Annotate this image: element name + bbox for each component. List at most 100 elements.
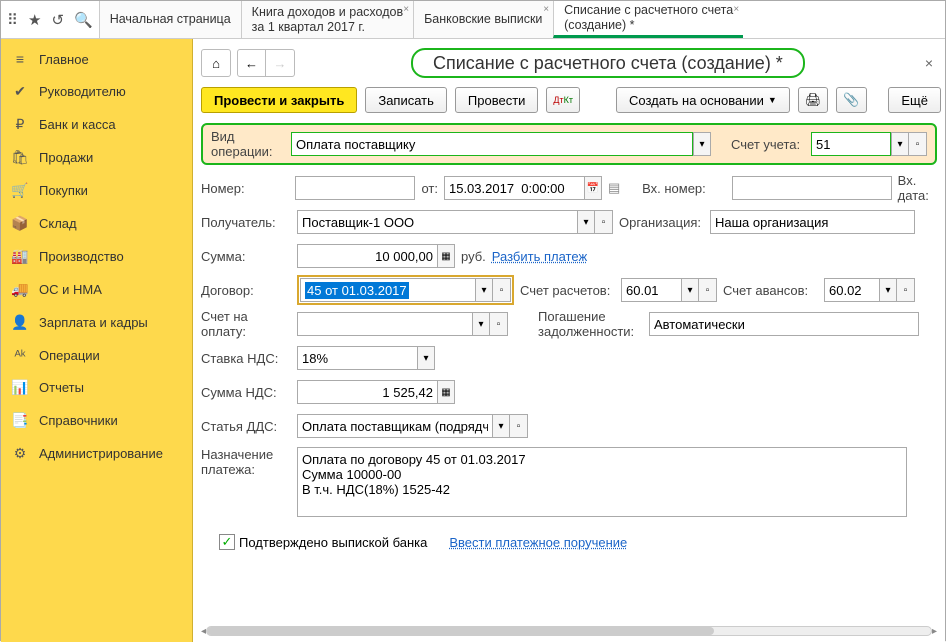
account-input[interactable] [811, 132, 891, 156]
form-icon[interactable]: ▤ [608, 180, 620, 196]
split-link[interactable]: Разбить платеж [492, 249, 587, 264]
debt-input[interactable] [649, 312, 919, 336]
dds-label: Статья ДДС: [201, 419, 291, 434]
nav-icon: 📑 [11, 412, 29, 429]
in-date-label: Вх. дата: [898, 173, 937, 203]
debt-label: Погашение задолженности: [538, 309, 643, 339]
history-icon[interactable]: ↺ [51, 11, 64, 29]
confirmed-checkbox[interactable]: ✓Подтверждено выпиской банка [219, 534, 427, 550]
tabs: Начальная страница ×Книга доходов и расх… [99, 1, 945, 38]
calendar-icon[interactable]: 📅 [584, 176, 602, 200]
sidebar-item-label: Зарплата и кадры [39, 315, 148, 330]
dropdown-icon[interactable]: ▾ [681, 278, 699, 302]
open-icon[interactable]: ▫ [510, 414, 528, 438]
nav-icon: ✔ [11, 83, 29, 100]
recipient-label: Получатель: [201, 215, 291, 230]
sidebar-item[interactable]: 📑 Справочники [1, 404, 192, 437]
sidebar-item[interactable]: 🛍Продажи [1, 141, 192, 174]
open-icon[interactable]: ▫ [909, 132, 927, 156]
create-on-button[interactable]: Создать на основании ▼ [616, 87, 790, 113]
advance-input[interactable] [824, 278, 879, 302]
org-input[interactable] [710, 210, 915, 234]
dropdown-icon[interactable]: ▾ [417, 346, 435, 370]
dropdown-icon[interactable]: ▾ [492, 414, 510, 438]
sum-input[interactable] [297, 244, 437, 268]
nav-icon: 🏭 [11, 248, 29, 265]
open-icon[interactable]: ▫ [490, 312, 508, 336]
dropdown-icon[interactable]: ▾ [472, 312, 490, 336]
tab-kudir[interactable]: ×Книга доходов и расходовза 1 квартал 20… [241, 1, 413, 38]
sidebar-item[interactable]: 🏭Производство [1, 240, 192, 273]
sidebar-item[interactable]: ✔Руководителю [1, 75, 192, 108]
invoice-label: Счет на оплату: [201, 309, 291, 339]
save-button[interactable]: Записать [365, 87, 447, 113]
purpose-input[interactable] [297, 447, 907, 517]
dropdown-icon[interactable]: ▾ [879, 278, 897, 302]
sidebar-item-label: Главное [39, 52, 89, 67]
open-icon[interactable]: ▫ [699, 278, 717, 302]
home-button[interactable]: ⌂ [201, 49, 231, 77]
tab-payment[interactable]: ×Списание с расчетного счета(создание) * [553, 1, 743, 38]
back-button[interactable]: ← [238, 50, 266, 76]
close-button[interactable]: × [921, 55, 937, 71]
nav-icon: ₽ [11, 116, 29, 133]
sidebar-item[interactable]: 📦Склад [1, 207, 192, 240]
sidebar-item[interactable]: ⚙Администрирование [1, 437, 192, 470]
contract-highlight: 45 от 01.03.2017▾▫ [297, 275, 514, 305]
op-type-input[interactable] [291, 132, 693, 156]
post-button[interactable]: Провести [455, 87, 539, 113]
nav-icon: 👤 [11, 314, 29, 331]
open-icon[interactable]: ▫ [493, 278, 511, 302]
date-input[interactable] [444, 176, 584, 200]
search-icon[interactable]: 🔍 [74, 11, 93, 29]
in-number-input[interactable] [732, 176, 892, 200]
nav-icon: ᴬᵏ [11, 347, 29, 363]
sidebar-item[interactable]: ᴬᵏ Операции [1, 339, 192, 371]
sidebar-item-label: Справочники [39, 413, 118, 428]
operation-type-box: Вид операции: ▾ Счет учета: ▾▫ [201, 123, 937, 165]
dropdown-icon[interactable]: ▾ [475, 278, 493, 302]
dds-input[interactable] [297, 414, 492, 438]
recipient-input[interactable] [297, 210, 577, 234]
open-icon[interactable]: ▫ [897, 278, 915, 302]
print-button[interactable]: 🖨 [798, 87, 829, 113]
system-icons: ⠿ ★ ↺ 🔍 [1, 1, 99, 38]
dropdown-icon[interactable]: ▾ [891, 132, 909, 156]
dropdown-icon[interactable]: ▾ [693, 132, 711, 156]
vat-sum-input[interactable] [297, 380, 437, 404]
sidebar-item[interactable]: 🚚ОС и НМА [1, 273, 192, 306]
tab-bank[interactable]: ×Банковские выписки [413, 1, 553, 38]
contract-input[interactable]: 45 от 01.03.2017 [300, 278, 475, 302]
sidebar-item[interactable]: 👤 Зарплата и кадры [1, 306, 192, 339]
star-icon[interactable]: ★ [28, 11, 41, 29]
close-icon[interactable]: × [733, 4, 739, 15]
tab-home[interactable]: Начальная страница [99, 1, 241, 38]
apps-icon[interactable]: ⠿ [7, 11, 18, 29]
enter-po-link[interactable]: Ввести платежное поручение [449, 535, 627, 550]
dtkt-button[interactable]: ДтКт [546, 87, 580, 113]
dropdown-icon[interactable]: ▾ [577, 210, 595, 234]
attach-button[interactable]: 📎 [836, 87, 866, 113]
close-icon[interactable]: × [403, 4, 409, 15]
sidebar-item[interactable]: 📊Отчеты [1, 371, 192, 404]
number-input[interactable] [295, 176, 415, 200]
open-icon[interactable]: ▫ [595, 210, 613, 234]
sidebar-item[interactable]: 🛒Покупки [1, 174, 192, 207]
sidebar-item-label: Операции [39, 348, 100, 363]
invoice-input[interactable] [297, 312, 472, 336]
sidebar-item[interactable]: ₽Банк и касса [1, 108, 192, 141]
vat-rate-label: Ставка НДС: [201, 351, 291, 366]
sidebar-item[interactable]: ≡Главное [1, 43, 192, 75]
settle-input[interactable] [621, 278, 681, 302]
calc-icon[interactable]: ▦ [437, 244, 455, 268]
vat-rate-input[interactable] [297, 346, 417, 370]
sidebar-item-label: Отчеты [39, 380, 84, 395]
forward-button[interactable]: → [266, 50, 294, 76]
sidebar-item-label: Покупки [39, 183, 88, 198]
more-button[interactable]: Ещё [888, 87, 941, 113]
advance-label: Счет авансов: [723, 283, 818, 298]
calc-icon[interactable]: ▦ [437, 380, 455, 404]
post-close-button[interactable]: Провести и закрыть [201, 87, 357, 113]
horizontal-scrollbar[interactable]: ◂ ▸ [201, 624, 937, 638]
close-icon[interactable]: × [543, 4, 549, 15]
